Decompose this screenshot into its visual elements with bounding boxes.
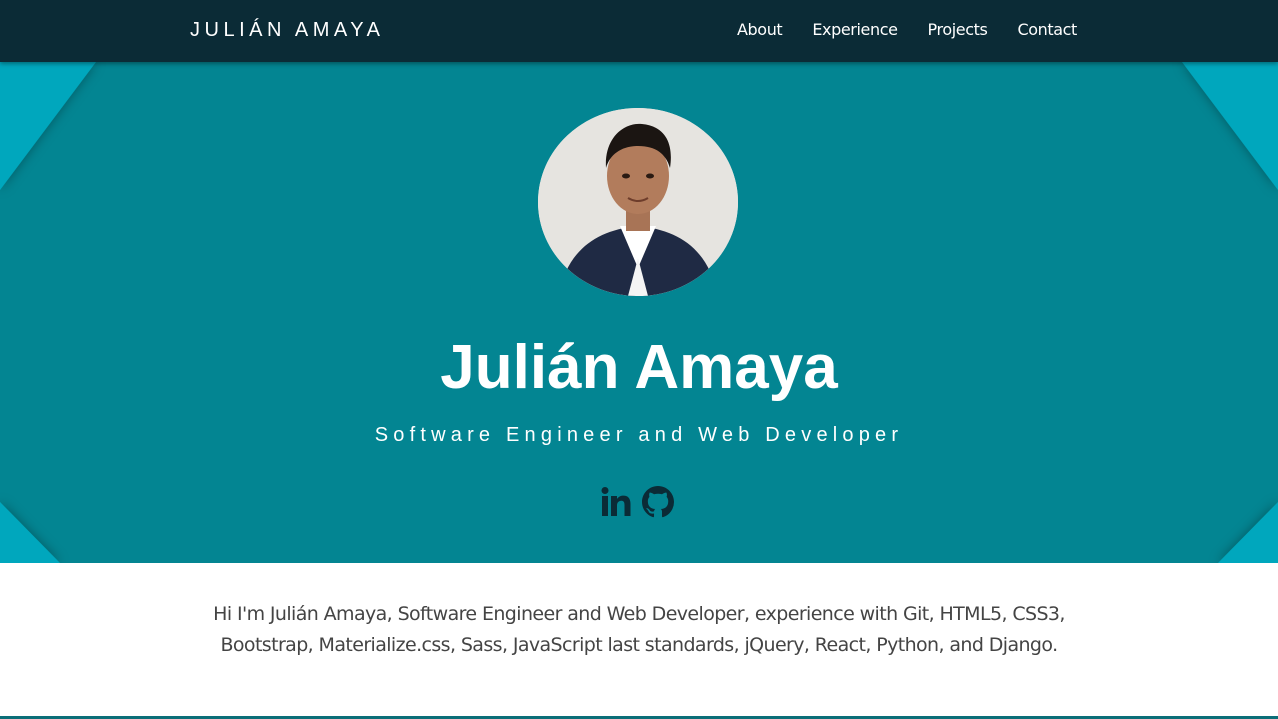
about-section: Hi I'm Julián Amaya, Software Engineer a… — [0, 563, 1278, 719]
hero-name: Julián Amaya — [440, 333, 838, 402]
nav-link-experience[interactable]: Experience — [812, 20, 898, 39]
nav-link-about[interactable]: About — [737, 20, 783, 39]
navbar: JULIÁN AMAYA About Experience Projects C… — [0, 0, 1278, 62]
social-links — [600, 486, 674, 518]
nav-link-contact[interactable]: Contact — [1017, 20, 1077, 39]
hero-subtitle: Software Engineer and Web Developer — [374, 424, 904, 446]
nav-link-projects[interactable]: Projects — [928, 20, 988, 39]
about-text-line: Bootstrap, Materialize.css, Sass, JavaSc… — [220, 634, 1058, 656]
nav-links: About Experience Projects Contact — [737, 20, 1107, 39]
brand-logo[interactable]: JULIÁN AMAYA — [190, 19, 384, 42]
about-text-line: Hi I'm Julián Amaya, Software Engineer a… — [213, 603, 1065, 625]
about-text: Hi I'm Julián Amaya, Software Engineer a… — [180, 599, 1098, 661]
hero-section: Julián Amaya Software Engineer and Web D… — [0, 62, 1278, 563]
linkedin-icon[interactable] — [600, 486, 632, 518]
github-icon[interactable] — [642, 486, 674, 518]
profile-photo — [538, 108, 738, 296]
